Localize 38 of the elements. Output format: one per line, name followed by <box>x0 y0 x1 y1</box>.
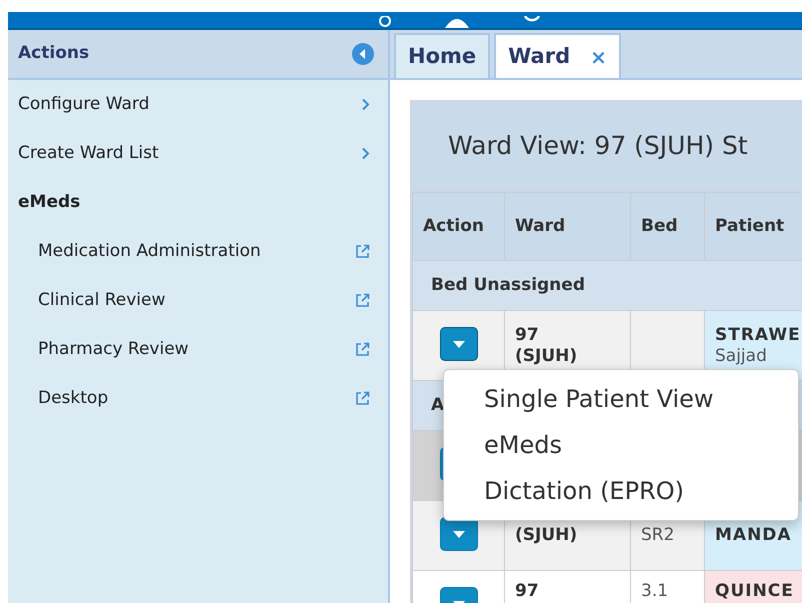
menu-item[interactable]: Create Ward List <box>18 140 159 166</box>
caret-icon <box>452 340 464 348</box>
external-link-icon <box>355 391 370 406</box>
menu-item[interactable]: Pharmacy Review <box>38 336 189 362</box>
patient-name: STRAWE <box>715 324 802 346</box>
ward-text: (SJUH) <box>515 525 578 546</box>
chevron-right-icon <box>361 98 370 111</box>
caret-icon <box>452 530 464 538</box>
menu-item[interactable]: Desktop <box>38 386 108 412</box>
column-header[interactable]: Action <box>412 192 504 260</box>
menu-item[interactable]: Medication Administration <box>38 238 261 264</box>
tab[interactable]: Home <box>394 33 490 78</box>
menu-item[interactable]: Configure Ward <box>18 92 150 118</box>
sidebar-title: Actions <box>18 42 90 66</box>
bed-text: SR2 <box>641 525 676 546</box>
column-header[interactable]: Bed <box>630 192 704 260</box>
dropdown-button[interactable] <box>440 327 478 361</box>
column-header[interactable]: Patient <box>704 192 802 260</box>
menu-item[interactable]: Clinical Review <box>38 288 166 314</box>
tab[interactable]: Ward × <box>494 33 621 78</box>
column-header[interactable]: Ward <box>504 192 630 260</box>
ward-text: 97 <box>515 324 540 346</box>
bed-text: 3.1 <box>641 581 670 602</box>
section-heading: eMeds <box>18 190 80 214</box>
patient-name: QUINCE <box>715 581 795 602</box>
external-link-icon <box>355 244 370 259</box>
group-heading: Bed Unassigned <box>412 260 802 310</box>
ward-view-title: Ward View: 97 (SJUH) St <box>412 102 802 192</box>
patient-detail: Sajjad <box>715 346 768 366</box>
chevron-right-icon <box>361 147 370 160</box>
external-link-icon <box>355 293 370 308</box>
dropdown-button[interactable] <box>440 517 478 551</box>
collapse-icon[interactable] <box>352 43 374 65</box>
ward-text: 97 <box>515 581 540 602</box>
patient-name: MANDA <box>715 525 793 546</box>
external-link-icon <box>355 342 370 357</box>
ward-text: (SJUH) <box>515 346 578 366</box>
menu-item[interactable]: Dictation (EPRO) <box>444 468 798 514</box>
